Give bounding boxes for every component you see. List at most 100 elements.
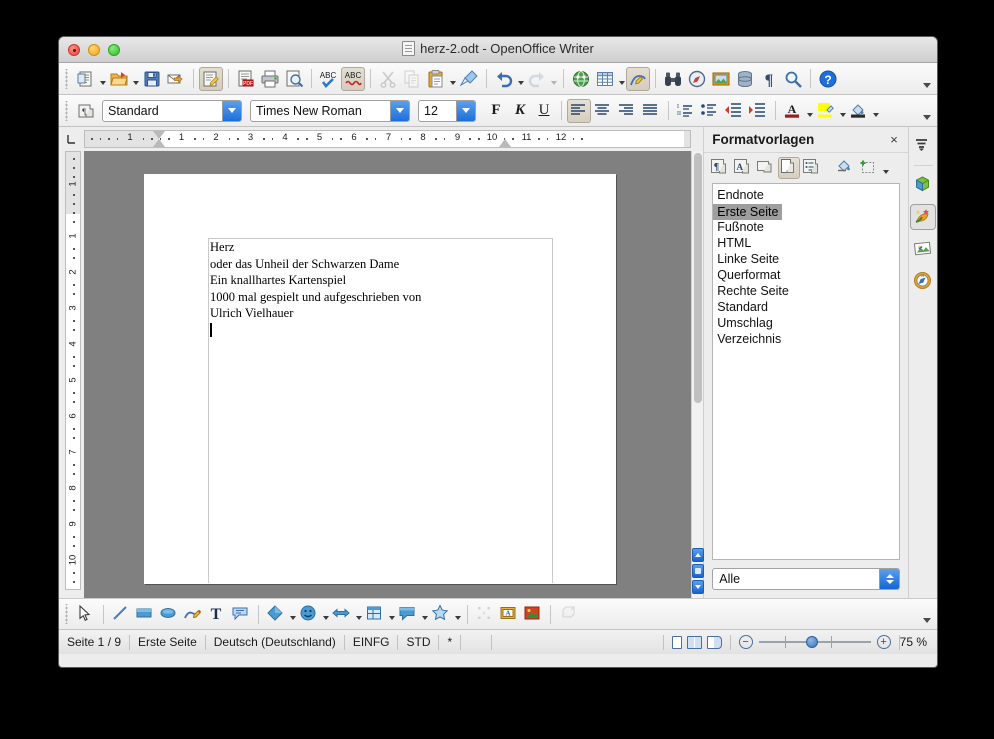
character-styles-button[interactable]: A [732, 157, 754, 179]
cut-button[interactable] [376, 67, 400, 91]
export-as-pdf-button[interactable]: PDF [234, 67, 258, 91]
styles-list[interactable]: EndnoteErste SeiteFußnoteHTMLLinke Seite… [712, 183, 900, 560]
increase-indent-button[interactable] [746, 99, 770, 123]
list-item[interactable]: Erste Seite [713, 203, 899, 219]
apply-style-button[interactable]: ¶ [74, 99, 98, 123]
align-right-button[interactable] [615, 99, 639, 123]
frame-styles-button[interactable] [755, 157, 777, 179]
open-document-dropdown[interactable] [131, 68, 140, 90]
send-document-as-email-button[interactable] [164, 67, 188, 91]
ordered-list-button[interactable]: I II [674, 99, 698, 123]
flowchart-dropdown[interactable] [387, 603, 396, 625]
spelling-and-grammar-button[interactable]: ABC [317, 67, 341, 91]
data-sources-button[interactable] [733, 67, 757, 91]
callout-button[interactable] [229, 602, 253, 626]
status-page[interactable]: Seite 1 / 9 [59, 630, 129, 654]
document-page[interactable]: Herzoder das Unheil der Schwarzen DameEi… [144, 174, 616, 584]
font-size-dropdown-arrow[interactable] [456, 101, 475, 121]
symbol-shapes-button[interactable] [297, 602, 321, 626]
zoom-slider-knob[interactable] [806, 636, 818, 648]
new-style-dropdown[interactable] [881, 157, 890, 179]
drawing-toolbar-overflow[interactable] [921, 601, 933, 627]
multi-page-view-button[interactable] [687, 636, 702, 649]
gallery-button[interactable] [709, 67, 733, 91]
symbol-shapes-dropdown[interactable] [321, 603, 330, 625]
list-item[interactable]: Querformat [713, 267, 899, 283]
bold-button[interactable]: F [484, 99, 508, 123]
justified-button[interactable] [639, 99, 663, 123]
single-page-view-button[interactable] [672, 636, 682, 649]
vertical-scrollbar[interactable] [691, 151, 703, 598]
font-name-combo[interactable]: Times New Roman [250, 100, 410, 122]
close-window-button[interactable] [68, 44, 80, 56]
undo-dropdown[interactable] [516, 68, 525, 90]
next-page-button[interactable] [692, 580, 704, 594]
fontwork-gallery-button[interactable]: A [497, 602, 521, 626]
vertical-ruler[interactable]: 112345678910 [59, 151, 84, 598]
edit-file-button[interactable] [199, 67, 223, 91]
book-view-button[interactable] [707, 636, 722, 649]
status-modified[interactable]: * [439, 630, 460, 654]
zoom-in-button[interactable]: + [877, 635, 891, 649]
help-button[interactable]: ? [816, 67, 840, 91]
styles-deck-button[interactable] [910, 204, 936, 230]
list-item[interactable]: Umschlag [713, 315, 899, 331]
select-button[interactable] [74, 602, 98, 626]
properties-deck-button[interactable] [910, 172, 936, 198]
minimize-window-button[interactable] [88, 44, 100, 56]
italic-button[interactable]: K [508, 99, 532, 123]
freeform-line-button[interactable] [181, 602, 205, 626]
font-name-dropdown-arrow[interactable] [390, 101, 409, 121]
zoom-value[interactable]: 75 % [900, 635, 937, 649]
formatting-toolbar-overflow[interactable] [921, 98, 933, 124]
autospellcheck-button[interactable]: ABC [341, 67, 365, 91]
paragraph-style-dropdown-arrow[interactable] [222, 101, 241, 121]
background-color-button[interactable] [847, 99, 871, 123]
status-language[interactable]: Deutsch (Deutschland) [206, 630, 344, 654]
gallery-deck-button[interactable] [910, 236, 936, 262]
decrease-indent-button[interactable] [722, 99, 746, 123]
list-item[interactable]: Linke Seite [713, 251, 899, 267]
redo-dropdown[interactable] [549, 68, 558, 90]
redo-button[interactable] [525, 67, 549, 91]
toolbar-grip[interactable] [64, 69, 71, 89]
toolbar-grip[interactable] [64, 101, 71, 121]
extrusion-on-off-button[interactable] [556, 602, 580, 626]
line-button[interactable] [109, 602, 133, 626]
save-document-button[interactable] [140, 67, 164, 91]
basic-shapes-dropdown[interactable] [288, 603, 297, 625]
status-page-style[interactable]: Erste Seite [130, 630, 205, 654]
document-scroll-area[interactable]: Herzoder das Unheil der Schwarzen DameEi… [84, 151, 691, 598]
flowchart-button[interactable] [363, 602, 387, 626]
first-line-indent-marker[interactable] [153, 131, 165, 139]
zoom-window-button[interactable] [108, 44, 120, 56]
background-color-dropdown[interactable] [871, 100, 880, 122]
show-draw-functions-button[interactable] [626, 67, 650, 91]
open-document-button[interactable] [107, 67, 131, 91]
tab-stop-selector[interactable] [59, 127, 84, 151]
navigator-button[interactable] [685, 67, 709, 91]
right-indent-marker[interactable] [499, 139, 511, 147]
status-selection-mode[interactable]: STD [398, 630, 438, 654]
list-item[interactable]: Standard [713, 299, 899, 315]
underline-button[interactable]: U [532, 99, 556, 123]
block-arrows-dropdown[interactable] [354, 603, 363, 625]
zoom-out-button[interactable]: − [739, 635, 753, 649]
paste-dropdown[interactable] [448, 68, 457, 90]
status-digital-signature[interactable] [461, 630, 491, 654]
from-file-button[interactable] [521, 602, 545, 626]
styles-filter-combo[interactable]: Alle [712, 568, 900, 590]
scrollbar-thumb[interactable] [694, 153, 702, 403]
stars-dropdown[interactable] [453, 603, 462, 625]
copy-button[interactable] [400, 67, 424, 91]
navigator-deck-button[interactable]: N [910, 268, 936, 294]
list-item[interactable]: HTML [713, 235, 899, 251]
styles-filter-stepper[interactable] [879, 569, 899, 589]
list-item[interactable]: Rechte Seite [713, 283, 899, 299]
font-size-combo[interactable]: 12 [418, 100, 476, 122]
zoom-button[interactable] [781, 67, 805, 91]
callouts-button[interactable] [396, 602, 420, 626]
formatting-marks-button[interactable]: ¶ [757, 67, 781, 91]
clone-formatting-button[interactable] [457, 67, 481, 91]
insert-table-dropdown[interactable] [617, 68, 626, 90]
